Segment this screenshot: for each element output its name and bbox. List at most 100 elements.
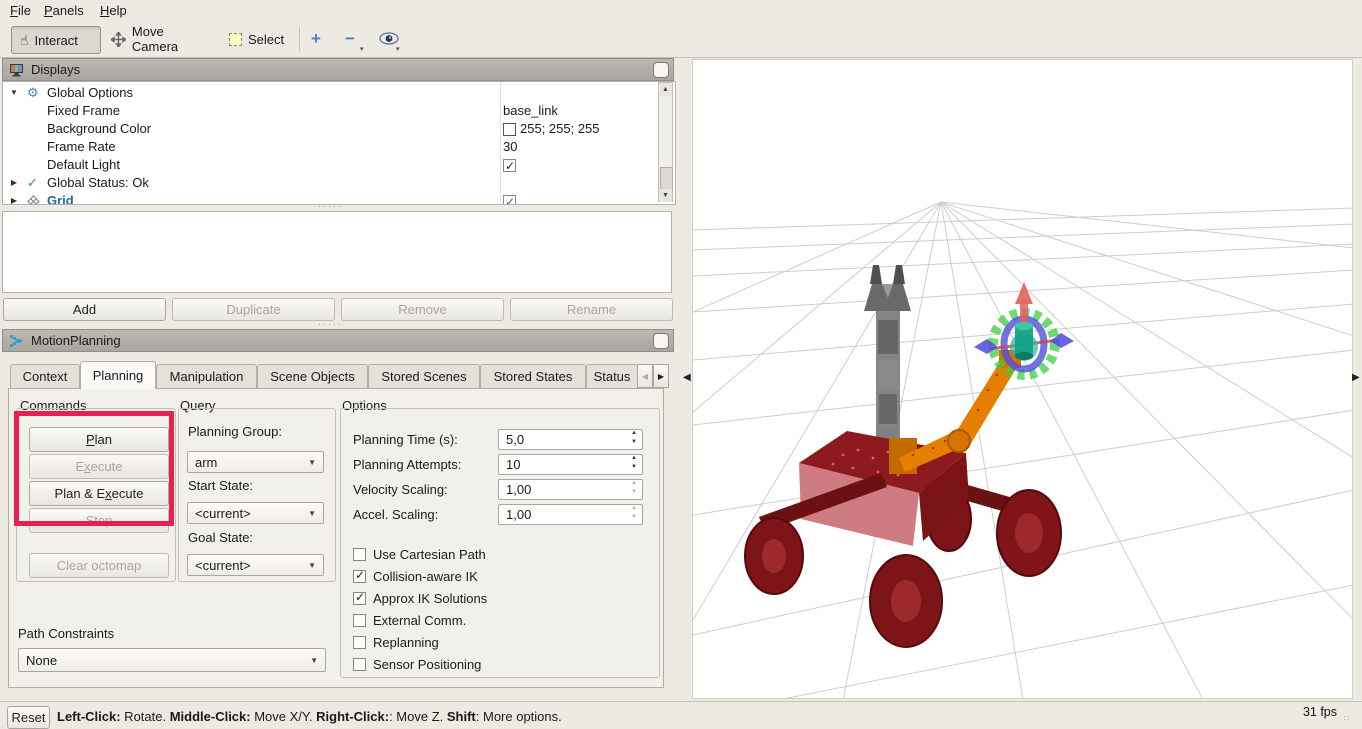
dropdown-caret-icon[interactable]: ▾ [396,45,400,53]
external-comm-checkbox[interactable]: External Comm. [353,613,466,628]
resize-grip[interactable]: ∷ [1344,714,1350,723]
scroll-down-icon[interactable]: ▼ [659,189,672,202]
displays-panel-header[interactable]: Displays [2,58,674,81]
grid-checkbox[interactable] [503,192,516,205]
checkbox-icon [353,614,366,627]
planning-attempts-spinbox[interactable]: 10▲▼ [498,454,643,475]
spin-down-icon[interactable]: ▼ [628,489,640,498]
interact-tool-button[interactable]: ☝ Interact [11,26,101,54]
menu-bar: File Panels Help [0,0,1362,20]
expand-triangle-icon[interactable]: ▶ [7,174,21,192]
checkbox-checked-icon [353,592,366,605]
checkbox-icon [353,658,366,671]
displays-tree: ▼ ⚙ Global Options Fixed Frame base_link… [2,81,676,205]
highlight-rectangle [14,411,174,526]
select-box-icon [229,33,242,46]
spin-up-icon[interactable]: ▲ [628,480,640,489]
background-color-value[interactable]: 255; 255; 255 [503,120,600,138]
spin-down-icon[interactable]: ▼ [628,464,640,473]
clear-octomap-button[interactable]: Clear octomap [29,553,169,578]
dropdown-caret-icon[interactable]: ▾ [360,45,364,53]
planning-group-select[interactable]: arm▼ [187,451,324,473]
menu-help[interactable]: Help [94,2,133,19]
render-viewport[interactable] [692,59,1353,699]
remove-display-button[interactable]: Remove [341,298,504,321]
toolbar: ☝ Interact Move Camera Select + − ▾ ▾ [0,20,1362,58]
tab-stored-scenes[interactable]: Stored Scenes [368,364,480,388]
tree-row-frame-rate[interactable]: Frame Rate 30 [3,138,675,156]
panel-collapse-right-icon[interactable]: ▶ [1352,372,1360,383]
move-camera-tool-button[interactable]: Move Camera [103,26,221,52]
sensor-positioning-checkbox[interactable]: Sensor Positioning [353,657,481,672]
spin-up-icon[interactable]: ▲ [628,455,640,464]
tree-row-fixed-frame[interactable]: Fixed Frame base_link [3,102,675,120]
tab-scroll-right-icon[interactable]: ▶ [653,364,669,388]
scroll-up-icon[interactable]: ▲ [659,83,672,96]
reset-button[interactable]: Reset [7,706,50,729]
goal-state-label: Goal State: [188,530,253,545]
motion-planning-panel-header[interactable]: MotionPlanning [2,329,674,352]
velocity-scaling-label: Velocity Scaling: [353,482,448,497]
tab-manipulation[interactable]: Manipulation [156,364,257,388]
approx-ik-solutions-checkbox[interactable]: Approx IK Solutions [353,591,487,606]
tree-row-global-status[interactable]: ▶ ✓ Global Status: Ok [3,174,675,192]
mouse-hint-text: Left-Click: Rotate. Middle-Click: Move X… [57,709,562,724]
spin-up-icon[interactable]: ▲ [628,505,640,514]
select-tool-button[interactable]: Select [221,26,299,52]
menu-panels[interactable]: Panels [38,2,90,19]
displays-scrollbar[interactable]: ▲ ▼ [658,82,673,202]
checkbox-checked-icon [353,570,366,583]
goal-state-select[interactable]: <current>▼ [187,554,324,576]
zoom-in-icon[interactable]: + [311,29,321,49]
fps-counter: 31 fps [1303,705,1337,719]
hand-interact-icon: ☝ [20,32,29,49]
splitter-handle[interactable]: ····· [318,201,343,211]
velocity-scaling-spinbox[interactable]: 1,00▲▼ [498,479,643,500]
path-constraints-label: Path Constraints [18,626,114,641]
status-ok-check-icon: ✓ [27,174,38,192]
collapse-triangle-icon[interactable]: ▼ [7,84,21,102]
scene-3d [693,60,1353,699]
tab-scene-objects[interactable]: Scene Objects [257,364,368,388]
accel-scaling-spinbox[interactable]: 1,00▲▼ [498,504,643,525]
tree-row-background-color[interactable]: Background Color 255; 255; 255 [3,120,675,138]
eye-icon[interactable] [379,32,399,45]
displays-panel-title: Displays [31,62,80,77]
splitter-handle[interactable]: ····· [318,319,343,329]
spin-down-icon[interactable]: ▼ [628,514,640,523]
panel-header-button[interactable] [653,333,669,349]
collision-aware-ik-checkbox[interactable]: Collision-aware IK [353,569,478,584]
planning-time-spinbox[interactable]: 5,0▲▼ [498,429,643,450]
duplicate-display-button[interactable]: Duplicate [172,298,335,321]
replanning-checkbox[interactable]: Replanning [353,635,439,650]
spin-down-icon[interactable]: ▼ [628,439,640,448]
tree-row-default-light[interactable]: Default Light [3,156,675,174]
panel-header-button[interactable] [653,62,669,78]
status-bar: Reset Left-Click: Rotate. Middle-Click: … [0,701,1362,729]
tab-context[interactable]: Context [10,364,80,388]
tab-planning[interactable]: Planning [80,361,156,389]
rename-display-button[interactable]: Rename [510,298,673,321]
tab-status[interactable]: Status [586,364,638,388]
zoom-out-icon[interactable]: − [345,29,355,49]
chevron-down-icon: ▼ [308,509,316,518]
expand-triangle-icon[interactable]: ▶ [7,192,21,205]
checkbox-icon [353,548,366,561]
rviz-window: File Panels Help ☝ Interact Move Camera … [0,0,1362,729]
tab-scroll-left-icon[interactable]: ◀ [637,364,653,388]
frame-rate-value[interactable]: 30 [503,138,517,156]
path-constraints-select[interactable]: None▼ [18,648,326,672]
tab-stored-states[interactable]: Stored States [480,364,586,388]
default-light-checkbox[interactable] [503,156,516,174]
panel-collapse-left-icon[interactable]: ◀ [683,372,691,383]
menu-file[interactable]: File [4,2,37,19]
accel-scaling-label: Accel. Scaling: [353,507,438,522]
start-state-select[interactable]: <current>▼ [187,502,324,524]
planning-attempts-label: Planning Attempts: [353,457,461,472]
use-cartesian-path-checkbox[interactable]: Use Cartesian Path [353,547,486,562]
tree-row-global-options[interactable]: ▼ ⚙ Global Options [3,84,675,102]
add-display-button[interactable]: Add [3,298,166,321]
motion-planning-icon [9,334,24,348]
spin-up-icon[interactable]: ▲ [628,430,640,439]
fixed-frame-value[interactable]: base_link [503,102,558,120]
